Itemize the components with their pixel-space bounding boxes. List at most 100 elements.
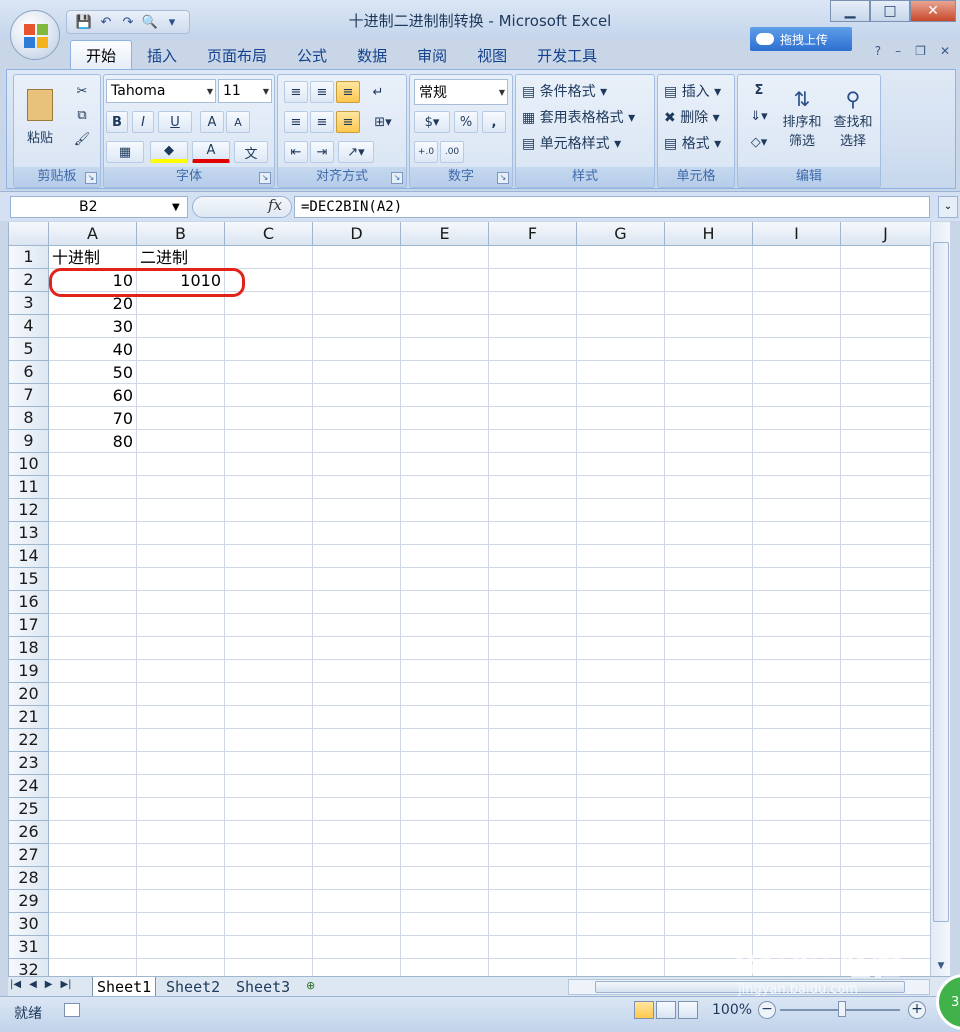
undo-icon[interactable]: ↶ xyxy=(97,13,115,31)
expand-formula-bar-icon[interactable]: ⌄ xyxy=(938,196,958,218)
row-header-17[interactable]: 17 xyxy=(9,614,49,637)
align-top-icon[interactable]: ≡ xyxy=(284,81,308,103)
zoom-slider-thumb[interactable] xyxy=(838,1001,846,1017)
align-left-icon[interactable]: ≡ xyxy=(284,111,308,133)
cell-a6[interactable]: 50 xyxy=(49,361,137,384)
fill-color-icon[interactable]: ◆ xyxy=(150,141,188,163)
cell-a4[interactable]: 30 xyxy=(49,315,137,338)
conditional-formatting-button[interactable]: ▤ 条件格式 ▾ xyxy=(522,81,607,101)
clipboard-launcher-icon[interactable]: ↘ xyxy=(85,172,97,184)
first-sheet-icon[interactable]: |◀ xyxy=(10,979,21,990)
increase-indent-icon[interactable]: ⇥ xyxy=(310,141,334,163)
autosum-button[interactable]: Σ xyxy=(744,79,774,101)
merge-center-icon[interactable]: ⊞▾ xyxy=(366,111,400,133)
font-name-select[interactable]: Tahoma ▼ xyxy=(106,79,216,103)
row-header-6[interactable]: 6 xyxy=(9,361,49,384)
last-sheet-icon[interactable]: ▶| xyxy=(60,979,71,990)
tab-review[interactable]: 审阅 xyxy=(402,40,462,70)
row-header-14[interactable]: 14 xyxy=(9,545,49,568)
name-box-dropdown-icon[interactable]: ▼ xyxy=(172,202,180,213)
sheet-tab-sheet3[interactable]: Sheet3 xyxy=(232,977,294,997)
ribbon-close-icon[interactable]: ✕ xyxy=(940,44,950,58)
cell-a8[interactable]: 70 xyxy=(49,407,137,430)
tab-home[interactable]: 开始 xyxy=(70,40,133,70)
row-header-8[interactable]: 8 xyxy=(9,407,49,430)
macro-record-icon[interactable] xyxy=(64,1003,80,1017)
maximize-button[interactable]: □ xyxy=(870,0,910,22)
row-header-4[interactable]: 4 xyxy=(9,315,49,338)
select-all-button[interactable] xyxy=(9,222,49,246)
row-header-5[interactable]: 5 xyxy=(9,338,49,361)
font-launcher-icon[interactable]: ↘ xyxy=(259,172,271,184)
row-header-13[interactable]: 13 xyxy=(9,522,49,545)
number-format-select[interactable]: 常规 ▼ xyxy=(414,79,508,105)
row-header-31[interactable]: 31 xyxy=(9,936,49,959)
column-header-j[interactable]: J xyxy=(841,222,930,246)
underline-button[interactable]: U xyxy=(158,111,192,133)
font-color-button[interactable]: A xyxy=(192,141,230,163)
clear-icon[interactable]: ◇▾ xyxy=(744,131,774,153)
alignment-launcher-icon[interactable]: ↘ xyxy=(391,172,403,184)
help-icon[interactable]: ? xyxy=(875,44,881,58)
row-header-12[interactable]: 12 xyxy=(9,499,49,522)
worksheet-grid[interactable]: A B C D E F G H I J 1 2 3 4 5 6 7 8 9 10 11 12 13 14 15 16 17 18 19 2… xyxy=(8,222,930,976)
row-header-2[interactable]: 2 xyxy=(9,269,49,292)
column-header-i[interactable]: I xyxy=(753,222,841,246)
align-center-icon[interactable]: ≡ xyxy=(310,111,334,133)
font-size-select[interactable]: 11 ▼ xyxy=(218,79,272,103)
row-header-18[interactable]: 18 xyxy=(9,637,49,660)
cell-a5[interactable]: 40 xyxy=(49,338,137,361)
name-box[interactable]: B2 xyxy=(10,196,188,218)
row-header-24[interactable]: 24 xyxy=(9,775,49,798)
tab-insert[interactable]: 插入 xyxy=(132,40,192,70)
normal-view-icon[interactable] xyxy=(634,1001,654,1019)
column-header-e[interactable]: E xyxy=(401,222,489,246)
wrap-text-icon[interactable]: ↵ xyxy=(366,81,390,103)
column-header-b[interactable]: B xyxy=(137,222,225,246)
cell-a7[interactable]: 60 xyxy=(49,384,137,407)
row-header-21[interactable]: 21 xyxy=(9,706,49,729)
row-header-20[interactable]: 20 xyxy=(9,683,49,706)
delete-cells-button[interactable]: ✖ 删除 ▾ xyxy=(664,107,720,127)
scroll-down-icon[interactable]: ▼ xyxy=(933,958,949,974)
row-header-23[interactable]: 23 xyxy=(9,752,49,775)
upload-button[interactable]: 拖拽上传 xyxy=(750,27,852,51)
page-layout-view-icon[interactable] xyxy=(656,1001,676,1019)
office-button[interactable] xyxy=(10,10,60,60)
zoom-in-icon[interactable]: + xyxy=(908,1001,926,1019)
tab-formulas[interactable]: 公式 xyxy=(282,40,342,70)
row-header-9[interactable]: 9 xyxy=(9,430,49,453)
row-header-25[interactable]: 25 xyxy=(9,798,49,821)
cell-b1[interactable]: 二进制 xyxy=(137,246,225,269)
row-header-28[interactable]: 28 xyxy=(9,867,49,890)
format-as-table-button[interactable]: ▦ 套用表格格式 ▾ xyxy=(522,107,635,127)
borders-icon[interactable]: ▦ xyxy=(106,141,144,163)
decrease-decimal-button[interactable]: .00 xyxy=(440,141,464,163)
column-header-h[interactable]: H xyxy=(665,222,753,246)
prev-sheet-icon[interactable]: ◀ xyxy=(29,979,37,990)
bold-button[interactable]: B xyxy=(106,111,128,133)
cell-styles-button[interactable]: ▤ 单元格样式 ▾ xyxy=(522,133,621,153)
align-middle-icon[interactable]: ≡ xyxy=(310,81,334,103)
fill-icon[interactable]: ⇓▾ xyxy=(744,105,774,127)
increase-decimal-button[interactable]: +.0 xyxy=(414,141,438,163)
row-header-26[interactable]: 26 xyxy=(9,821,49,844)
percent-button[interactable]: % xyxy=(454,111,478,133)
row-header-15[interactable]: 15 xyxy=(9,568,49,591)
sheet-tab-sheet1[interactable]: Sheet1 xyxy=(92,977,157,997)
format-cells-button[interactable]: ▤ 格式 ▾ xyxy=(664,133,721,153)
zoom-out-icon[interactable]: − xyxy=(758,1001,776,1019)
orientation-icon[interactable]: ↗▾ xyxy=(338,141,374,163)
find-select-button[interactable]: ⚲ 查找和 选择 xyxy=(828,77,878,159)
formula-input[interactable]: =DEC2BIN(A2) xyxy=(294,196,930,218)
comma-button[interactable]: , xyxy=(482,111,506,133)
number-launcher-icon[interactable]: ↘ xyxy=(497,172,509,184)
customize-qat-icon[interactable]: ▾ xyxy=(163,13,181,31)
cut-icon[interactable]: ✂ xyxy=(72,81,92,101)
grow-font-button[interactable]: A xyxy=(200,111,224,133)
save-icon[interactable]: 💾 xyxy=(75,13,93,31)
close-button[interactable]: ✕ xyxy=(910,0,956,22)
row-header-16[interactable]: 16 xyxy=(9,591,49,614)
row-header-19[interactable]: 19 xyxy=(9,660,49,683)
phonetic-button[interactable]: 文 xyxy=(234,141,268,163)
